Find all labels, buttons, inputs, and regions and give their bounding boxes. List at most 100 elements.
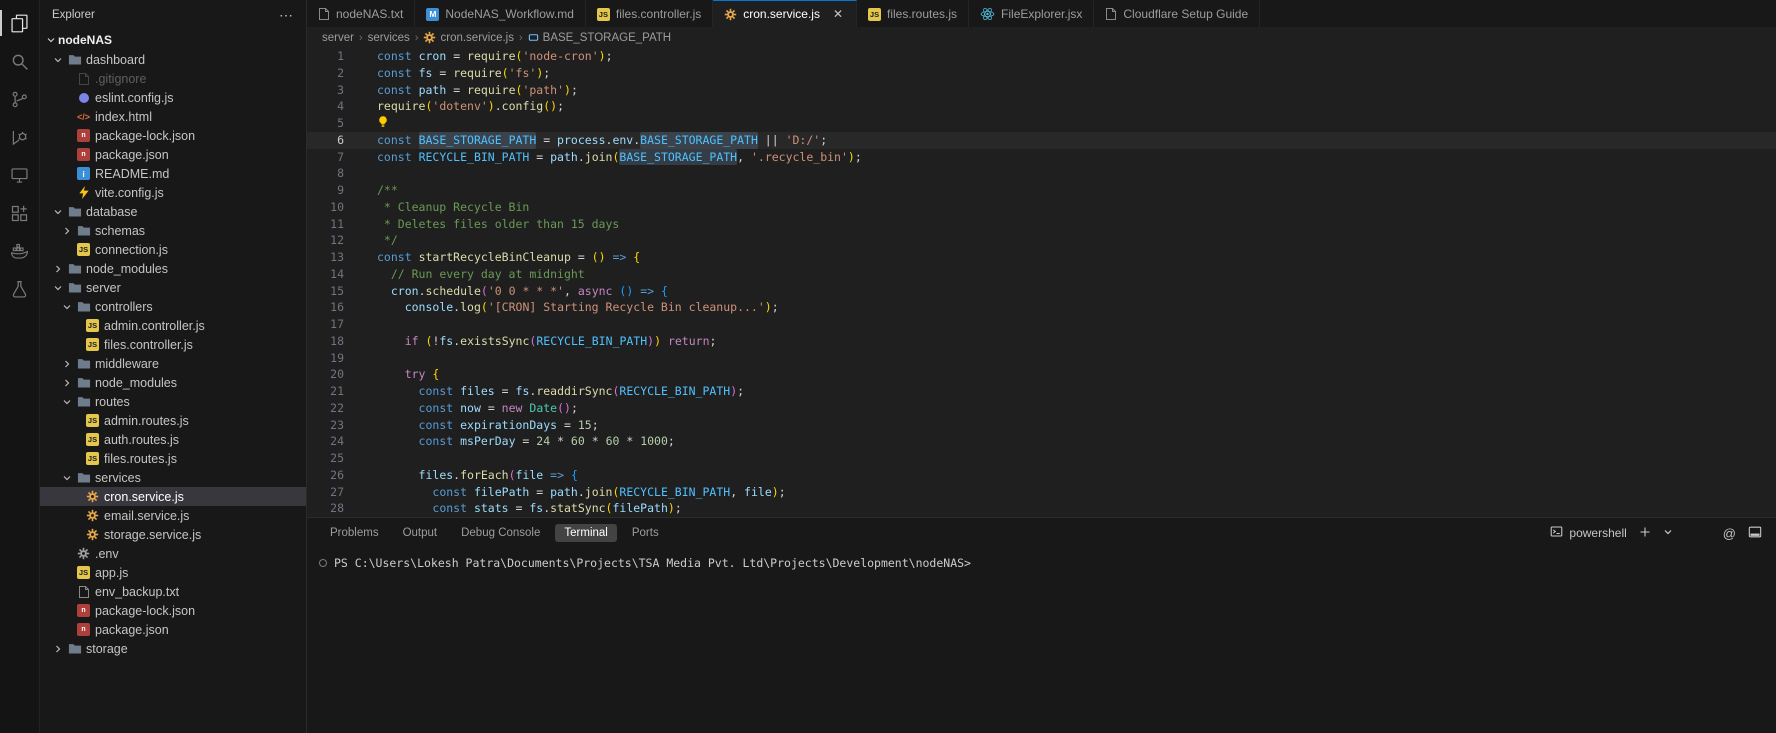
line-number[interactable]: 10 <box>307 199 359 216</box>
tree-item-email.service.js[interactable]: email.service.js <box>40 506 306 525</box>
activity-remote-explorer-icon[interactable] <box>0 156 40 194</box>
tab-Cloudflare Setup Guide[interactable]: Cloudflare Setup Guide <box>1094 0 1261 27</box>
line-number[interactable]: 2 <box>307 65 359 82</box>
tree-item-.gitignore[interactable]: .gitignore <box>40 69 306 88</box>
code-line[interactable]: 1 const cron = require('node-cron'); <box>307 48 1776 65</box>
tree-item-package-lock.json[interactable]: n package-lock.json <box>40 126 306 145</box>
code-line[interactable]: 3 const path = require('path'); <box>307 82 1776 99</box>
code-line[interactable]: 19 <box>307 350 1776 367</box>
code-line[interactable]: 15 cron. schedule('0 0 * * *', async () =… <box>307 283 1776 300</box>
code-line[interactable]: 9 /** <box>307 182 1776 199</box>
code-line[interactable]: 11 * Deletes files older than 15 days <box>307 216 1776 233</box>
tree-item-controllers[interactable]: controllers <box>40 297 306 316</box>
tree-item-dashboard[interactable]: dashboard <box>40 50 306 69</box>
tree-item-files.routes.js[interactable]: JS files.routes.js <box>40 449 306 468</box>
line-number[interactable]: 12 <box>307 232 359 249</box>
line-number[interactable]: 19 <box>307 350 359 367</box>
line-number[interactable]: 15 <box>307 283 359 300</box>
code-line[interactable]: 27 const filePath = path. join(RECYCLE_BI… <box>307 484 1776 501</box>
tree-item-.env[interactable]: .env <box>40 544 306 563</box>
breadcrumb-item-cron.service.js[interactable]: cron.service.js <box>423 31 514 44</box>
activity-testing-icon[interactable] <box>0 270 40 308</box>
tree-item-storage[interactable]: storage <box>40 639 306 658</box>
line-number[interactable]: 18 <box>307 333 359 350</box>
breadcrumb-item-BASE_STORAGE_PATH[interactable]: BASE_STORAGE_PATH <box>528 32 671 44</box>
tree-item-services[interactable]: services <box>40 468 306 487</box>
more-actions-icon[interactable]: ⋯ <box>279 7 294 24</box>
code-line[interactable]: 21 const files = fs. readdirSync(RECYCLE_… <box>307 383 1776 400</box>
code-line[interactable]: 26 files. forEach(file => { <box>307 467 1776 484</box>
activity-source-control-icon[interactable] <box>0 80 40 118</box>
line-number[interactable]: 28 <box>307 500 359 517</box>
tree-item-cron.service.js[interactable]: cron.service.js <box>40 487 306 506</box>
tree-item-package.json[interactable]: n package.json <box>40 145 306 164</box>
tree-item-server[interactable]: server <box>40 278 306 297</box>
new-terminal-button[interactable] <box>1639 526 1651 541</box>
code-line[interactable]: 17 <box>307 316 1776 333</box>
tree-item-node_modules[interactable]: node_modules <box>40 259 306 278</box>
line-number[interactable]: 14 <box>307 266 359 283</box>
tab-files.routes.js[interactable]: JS files.routes.js <box>857 0 970 27</box>
terminal-output[interactable]: PS C:\Users\Lokesh Patra\Documents\Proje… <box>307 548 1776 733</box>
tree-item-files.controller.js[interactable]: JS files.controller.js <box>40 335 306 354</box>
tree-item-routes[interactable]: routes <box>40 392 306 411</box>
code-line[interactable]: 5 <box>307 115 1776 132</box>
line-number[interactable]: 27 <box>307 484 359 501</box>
line-number[interactable]: 26 <box>307 467 359 484</box>
code-line[interactable]: 10 * Cleanup Recycle Bin <box>307 199 1776 216</box>
terminal-profile-chevron-icon[interactable] <box>1663 526 1673 540</box>
activity-containers-icon[interactable] <box>0 232 40 270</box>
line-number[interactable]: 13 <box>307 249 359 266</box>
line-number[interactable]: 25 <box>307 450 359 467</box>
code-line[interactable]: 20 try { <box>307 366 1776 383</box>
code-line[interactable]: 7 const RECYCLE_BIN_PATH = path. join(BASE… <box>307 148 1776 166</box>
panel-tab-Terminal[interactable]: Terminal <box>555 524 617 542</box>
tab-FileExplorer.jsx[interactable]: FileExplorer.jsx <box>969 0 1095 27</box>
line-number[interactable]: 17 <box>307 316 359 333</box>
code-editor[interactable]: 1 const cron = require('node-cron'); 2 cons… <box>307 48 1776 517</box>
tree-item-auth.routes.js[interactable]: JS auth.routes.js <box>40 430 306 449</box>
activity-explorer-icon[interactable] <box>0 4 40 42</box>
line-number[interactable]: 11 <box>307 216 359 233</box>
code-line[interactable]: 23 const expirationDays = 15; <box>307 417 1776 434</box>
tree-item-database[interactable]: database <box>40 202 306 221</box>
line-number[interactable]: 23 <box>307 417 359 434</box>
tree-item-env_backup.txt[interactable]: env_backup.txt <box>40 582 306 601</box>
line-number[interactable]: 22 <box>307 400 359 417</box>
code-line[interactable]: 12 */ <box>307 232 1776 249</box>
line-number[interactable]: 4 <box>307 98 359 115</box>
panel-tab-Ports[interactable]: Ports <box>623 524 668 542</box>
line-number[interactable]: 7 <box>307 149 359 166</box>
code-line[interactable]: 13 const startRecycleBinCleanup = () => { <box>307 249 1776 266</box>
code-line[interactable]: 2 const fs = require('fs'); <box>307 65 1776 82</box>
line-number[interactable]: 24 <box>307 433 359 450</box>
tree-item-package-lock.json[interactable]: n package-lock.json <box>40 601 306 620</box>
breadcrumb-item-server[interactable]: server <box>322 32 354 44</box>
panel-layout-icon[interactable] <box>1748 525 1762 542</box>
tree-item-node_modules[interactable]: node_modules <box>40 373 306 392</box>
activity-search-icon[interactable] <box>0 42 40 80</box>
close-tab-icon[interactable]: ✕ <box>831 7 845 21</box>
code-line[interactable]: 8 <box>307 165 1776 182</box>
line-number[interactable]: 21 <box>307 383 359 400</box>
breadcrumb-item-services[interactable]: services <box>368 32 410 44</box>
tree-item-middleware[interactable]: middleware <box>40 354 306 373</box>
activity-run-debug-icon[interactable] <box>0 118 40 156</box>
code-line[interactable]: 16 console. log('[CRON] Starting Recycle … <box>307 299 1776 316</box>
code-line[interactable]: 4 require('dotenv'). config(); <box>307 98 1776 115</box>
tree-item-index.html[interactable]: </> index.html <box>40 107 306 126</box>
code-line[interactable]: 22 const now = new Date(); <box>307 400 1776 417</box>
tree-item-package.json[interactable]: n package.json <box>40 620 306 639</box>
tree-item-schemas[interactable]: schemas <box>40 221 306 240</box>
panel-tab-Debug Console[interactable]: Debug Console <box>452 524 549 542</box>
tree-item-app.js[interactable]: JS app.js <box>40 563 306 582</box>
panel-tab-Problems[interactable]: Problems <box>321 524 388 542</box>
terminal-line[interactable]: PS C:\Users\Lokesh Patra\Documents\Proje… <box>319 554 1776 571</box>
chat-at-icon[interactable]: @ <box>1723 526 1736 541</box>
tab-cron.service.js[interactable]: cron.service.js ✕ <box>713 0 857 27</box>
line-number[interactable]: 6 <box>307 132 359 149</box>
line-number[interactable]: 9 <box>307 182 359 199</box>
lightbulb-icon[interactable] <box>377 115 389 133</box>
line-number[interactable]: 16 <box>307 299 359 316</box>
line-number[interactable]: 1 <box>307 48 359 65</box>
